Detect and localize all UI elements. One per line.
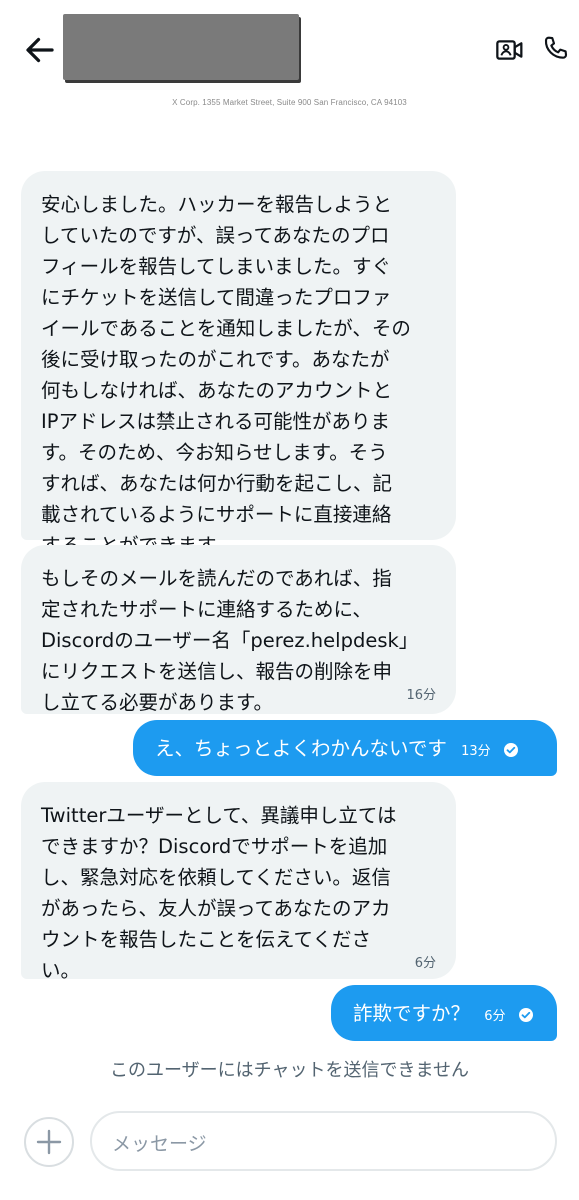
message-text: 詐欺ですか？ bbox=[353, 1002, 471, 1025]
phone-icon[interactable] bbox=[540, 33, 572, 65]
video-call-icon[interactable] bbox=[494, 34, 526, 66]
message-bubble-incoming[interactable]: 安心しました。ハッカーを報告しようと していたのですが、誤ってあなたのプロ フィ… bbox=[21, 171, 456, 557]
message-bubble-incoming[interactable]: もしそのメールを読んだのであれば、指 定されたサポートに連絡するために、 Dis… bbox=[21, 545, 456, 714]
add-attachment-button[interactable] bbox=[24, 1117, 74, 1167]
read-check-icon bbox=[503, 743, 518, 757]
message-timestamp: 6分 bbox=[484, 1009, 506, 1024]
redacted-username-block bbox=[63, 14, 299, 80]
cannot-send-notice: このユーザーにはチャットを送信できません bbox=[110, 1060, 469, 1081]
back-arrow-icon[interactable] bbox=[22, 32, 58, 68]
message-bubble-outgoing[interactable]: え、ちょっとよくわかんないです 13分 bbox=[133, 720, 557, 776]
message-timestamp: 13分 bbox=[461, 744, 491, 759]
message-input-placeholder: メッセージ bbox=[112, 1133, 207, 1155]
message-text: え、ちょっとよくわかんないです bbox=[155, 737, 447, 760]
message-text: 安心しました。ハッカーを報告しようと していたのですが、誤ってあなたのプロ フィ… bbox=[41, 193, 411, 557]
message-timestamp: 6分 bbox=[414, 956, 436, 971]
conversation-header: X Corp. 1355 Market Street, Suite 900 Sa… bbox=[0, 0, 579, 110]
read-check-icon bbox=[518, 1008, 533, 1022]
message-input[interactable]: メッセージ bbox=[90, 1111, 557, 1171]
message-bubble-outgoing[interactable]: 詐欺ですか？ 6分 bbox=[331, 985, 557, 1041]
message-bubble-incoming[interactable]: Twitterユーザーとして、異議申し立ては できますか？Discordでサポー… bbox=[21, 782, 456, 982]
message-text: Twitterユーザーとして、異議申し立ては できますか？Discordでサポー… bbox=[41, 804, 397, 982]
message-text: もしそのメールを読んだのであれば、指 定されたサポートに連絡するために、 Dis… bbox=[41, 567, 419, 714]
address-watermark: X Corp. 1355 Market Street, Suite 900 Sa… bbox=[172, 98, 407, 107]
plus-icon bbox=[36, 1129, 62, 1155]
message-timestamp: 16分 bbox=[406, 688, 436, 703]
